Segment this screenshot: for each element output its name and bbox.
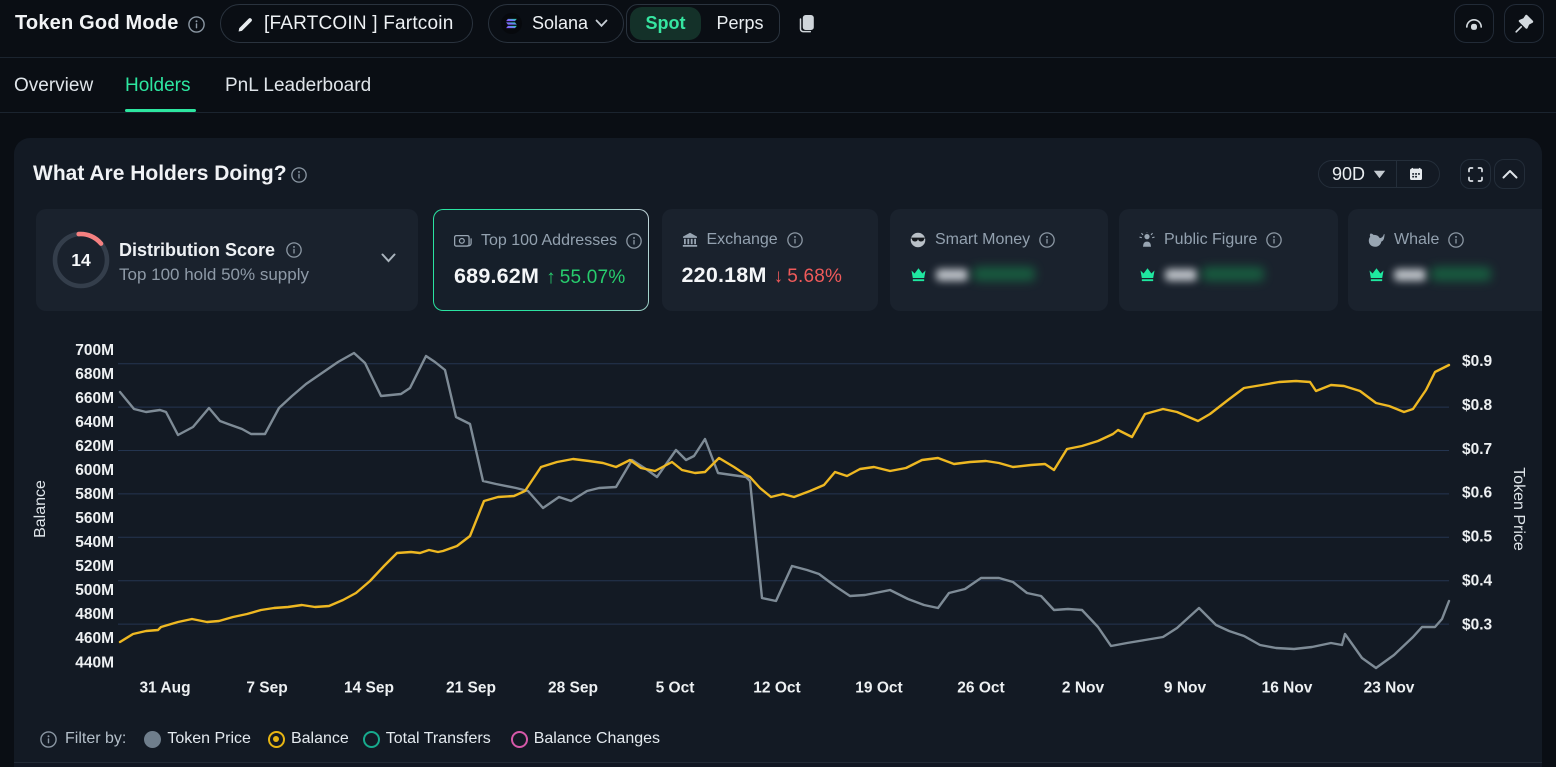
svg-text:19 Oct: 19 Oct [855, 680, 902, 697]
svg-text:$0.9: $0.9 [1462, 353, 1493, 370]
svg-text:700M: 700M [75, 342, 114, 359]
svg-text:$0.6: $0.6 [1462, 485, 1493, 502]
svg-text:620M: 620M [75, 438, 114, 455]
svg-text:$0.8: $0.8 [1462, 397, 1493, 414]
svg-text:23 Nov: 23 Nov [1364, 680, 1415, 697]
svg-text:7 Sep: 7 Sep [246, 680, 287, 697]
svg-text:2 Nov: 2 Nov [1062, 680, 1105, 697]
svg-text:540M: 540M [75, 534, 114, 551]
svg-text:500M: 500M [75, 582, 114, 599]
svg-text:440M: 440M [75, 654, 114, 671]
svg-text:580M: 580M [75, 486, 114, 503]
svg-text:16 Nov: 16 Nov [1262, 680, 1313, 697]
svg-text:21 Sep: 21 Sep [446, 680, 496, 697]
svg-text:640M: 640M [75, 414, 114, 431]
svg-text:31 Aug: 31 Aug [139, 680, 190, 697]
svg-text:460M: 460M [75, 630, 114, 647]
svg-text:12 Oct: 12 Oct [753, 680, 800, 697]
svg-text:$0.3: $0.3 [1462, 616, 1493, 633]
svg-text:14 Sep: 14 Sep [344, 680, 394, 697]
svg-text:26 Oct: 26 Oct [957, 680, 1004, 697]
svg-text:$0.7: $0.7 [1462, 441, 1492, 458]
svg-text:Balance: Balance [32, 480, 49, 538]
svg-text:680M: 680M [75, 366, 114, 383]
svg-text:660M: 660M [75, 390, 114, 407]
svg-text:$0.5: $0.5 [1462, 529, 1493, 546]
svg-text:560M: 560M [75, 510, 114, 527]
svg-text:480M: 480M [75, 606, 114, 623]
svg-text:28 Sep: 28 Sep [548, 680, 598, 697]
svg-text:Token Price: Token Price [1510, 467, 1527, 551]
svg-text:9 Nov: 9 Nov [1164, 680, 1207, 697]
svg-text:5 Oct: 5 Oct [656, 680, 695, 697]
svg-text:520M: 520M [75, 558, 114, 575]
svg-text:600M: 600M [75, 462, 114, 479]
svg-text:14: 14 [71, 250, 91, 270]
svg-text:$0.4: $0.4 [1462, 573, 1493, 590]
